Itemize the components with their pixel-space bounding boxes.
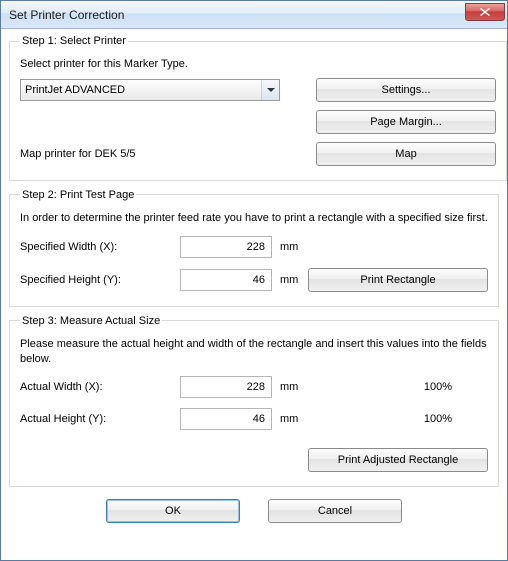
map-button[interactable]: Map	[316, 142, 496, 166]
close-icon	[480, 8, 490, 16]
print-adjusted-rectangle-button[interactable]: Print Adjusted Rectangle	[308, 448, 488, 472]
print-adjusted-row: Print Adjusted Rectangle	[20, 448, 488, 472]
spec-height-input[interactable]	[180, 269, 272, 291]
spec-height-row: Specified Height (Y): mm Print Rectangle	[20, 268, 488, 292]
print-rect-wrap: Print Rectangle	[308, 268, 488, 292]
printer-select-wrap: PrintJet ADVANCED	[20, 79, 280, 101]
actual-width-percent: 100%	[388, 381, 488, 393]
settings-button[interactable]: Settings...	[316, 78, 496, 102]
actual-height-row: Actual Height (Y): mm 100%	[20, 408, 488, 430]
step1-grid: PrintJet ADVANCED Settings... Page Margi…	[20, 78, 496, 166]
step3-instruction: Please measure the actual height and wid…	[20, 337, 488, 367]
unit-label: mm	[280, 241, 308, 253]
actual-width-label: Actual Width (X):	[20, 381, 180, 393]
step3-legend: Step 3: Measure Actual Size	[20, 315, 162, 327]
unit-label: mm	[280, 381, 308, 393]
spec-height-label: Specified Height (Y):	[20, 274, 180, 286]
step2-group: Step 2: Print Test Page In order to dete…	[9, 189, 499, 307]
step2-instruction: In order to determine the printer feed r…	[20, 211, 488, 226]
unit-label: mm	[280, 274, 308, 286]
actual-height-input[interactable]	[180, 408, 272, 430]
actual-width-row: Actual Width (X): mm 100%	[20, 376, 488, 398]
dialog-window: Set Printer Correction Step 1: Select Pr…	[0, 0, 508, 561]
spec-width-row: Specified Width (X): mm	[20, 236, 488, 258]
step3-group: Step 3: Measure Actual Size Please measu…	[9, 315, 499, 488]
ok-button[interactable]: OK	[106, 499, 240, 523]
cancel-button[interactable]: Cancel	[268, 499, 402, 523]
step1-instruction: Select printer for this Marker Type.	[20, 57, 496, 72]
printer-select[interactable]: PrintJet ADVANCED	[20, 79, 280, 101]
actual-height-percent: 100%	[388, 413, 488, 425]
dialog-buttons: OK Cancel	[9, 489, 499, 525]
titlebar: Set Printer Correction	[1, 1, 507, 29]
close-button[interactable]	[465, 3, 505, 21]
actual-height-label: Actual Height (Y):	[20, 413, 180, 425]
map-printer-label: Map printer for DEK 5/5	[20, 148, 280, 160]
print-rectangle-button[interactable]: Print Rectangle	[308, 268, 488, 292]
actual-width-input[interactable]	[180, 376, 272, 398]
step1-group: Step 1: Select Printer Select printer fo…	[9, 35, 507, 181]
unit-label: mm	[280, 413, 308, 425]
window-title: Set Printer Correction	[9, 8, 465, 22]
spec-width-label: Specified Width (X):	[20, 241, 180, 253]
spec-width-input[interactable]	[180, 236, 272, 258]
step2-legend: Step 2: Print Test Page	[20, 189, 136, 201]
step1-legend: Step 1: Select Printer	[20, 35, 128, 47]
dialog-content: Step 1: Select Printer Select printer fo…	[1, 29, 507, 560]
page-margin-button[interactable]: Page Margin...	[316, 110, 496, 134]
